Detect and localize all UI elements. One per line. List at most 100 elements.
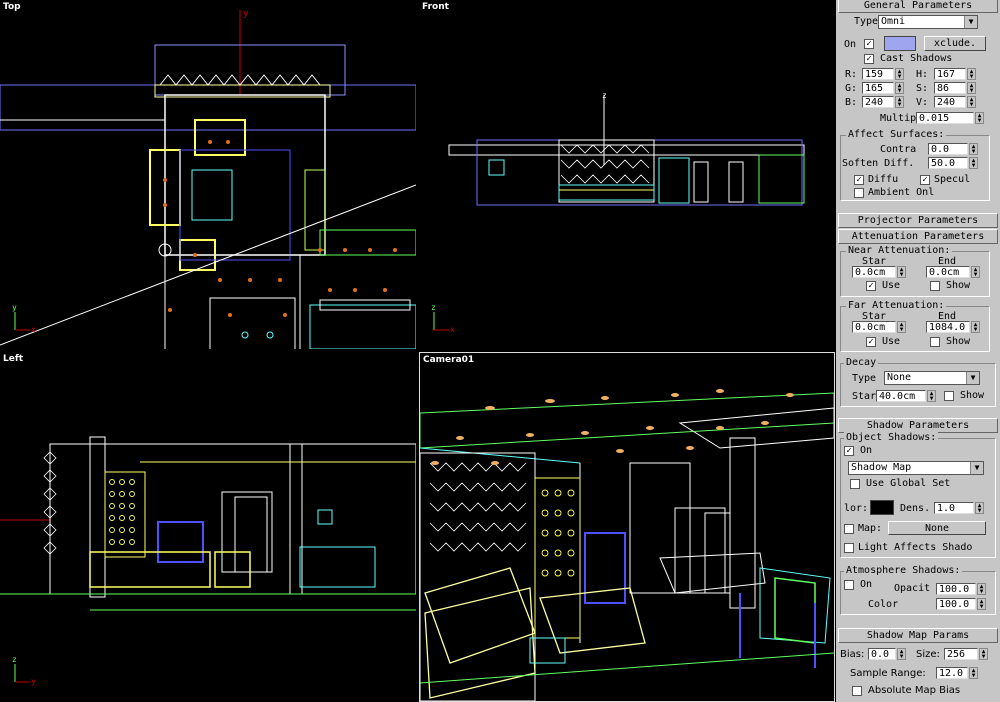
decay-title: Decay [844, 357, 879, 369]
decay-type-dropdown[interactable]: None ▼ [884, 371, 980, 385]
s-label: S: [916, 83, 929, 94]
shadow-map-button[interactable]: None [888, 521, 986, 535]
opacity-spinner[interactable]: ▲ ▼ [977, 583, 986, 595]
shadow-parameters-title: Shadow Parameters [866, 420, 970, 431]
light-color-swatch[interactable] [884, 36, 916, 51]
decay-start-field[interactable]: 40.0cm [876, 390, 926, 402]
size-label: Size: [916, 649, 940, 660]
far-show-checkbox[interactable] [930, 337, 940, 347]
shadow-parameters-rollout[interactable]: Shadow Parameters [838, 418, 998, 433]
use-global-settings-label: Use Global Set [866, 478, 951, 489]
atmosphere-on-checkbox[interactable] [844, 580, 854, 590]
shadow-map-value: None [924, 523, 950, 534]
far-end-spinner[interactable]: ▲ ▼ [971, 321, 980, 333]
diffuse-checkbox[interactable]: ✓ [854, 175, 864, 185]
size-spinner[interactable]: ▲ ▼ [979, 648, 988, 660]
shadow-type-dropdown[interactable]: Shadow Map ▼ [848, 461, 984, 475]
absolute-map-bias-checkbox[interactable] [852, 686, 862, 696]
viewport-label-left[interactable]: Left [3, 354, 23, 364]
ambient-only-checkbox[interactable] [854, 188, 864, 198]
near-start-spinner[interactable]: ▲ ▼ [897, 266, 906, 278]
projector-parameters-rollout[interactable]: Projector Parameters [838, 213, 998, 228]
atmosphere-color-field[interactable]: 100.0 [936, 598, 976, 610]
attenuation-parameters-rollout[interactable]: Attenuation Parameters [838, 229, 998, 244]
shadow-map-checkbox[interactable] [844, 524, 854, 534]
multiplier-spinner[interactable]: ▲ ▼ [975, 112, 984, 124]
size-field[interactable]: 256 [944, 648, 978, 660]
bias-field[interactable]: 0.0 [868, 648, 896, 660]
shadow-map-params-title: Shadow Map Params [866, 630, 970, 641]
sample-range-spinner[interactable]: ▲ ▼ [969, 667, 978, 679]
green-field[interactable]: 165 [862, 82, 894, 94]
cast-shadows-checkbox[interactable]: ✓ [864, 54, 874, 64]
contrast-spinner[interactable]: ▲ ▼ [969, 143, 978, 155]
viewport-left[interactable]: Left z y [0, 352, 416, 702]
light-type-value: Omni [881, 16, 906, 27]
near-end-spinner[interactable]: ▲ ▼ [971, 266, 980, 278]
absolute-map-bias-label: Absolute Map Bias [868, 685, 961, 696]
blue-field[interactable]: 240 [862, 96, 894, 108]
front-axis-x-label: x [450, 325, 455, 334]
general-parameters-rollout[interactable]: General Parameters [838, 0, 998, 13]
far-start-spinner[interactable]: ▲ ▼ [897, 321, 906, 333]
value-field[interactable]: 240 [934, 96, 966, 108]
sample-range-field[interactable]: 12.0 [936, 667, 968, 679]
red-field[interactable]: 159 [862, 68, 894, 80]
decay-show-checkbox[interactable] [944, 391, 954, 401]
light-type-dropdown[interactable]: Omni ▼ [878, 15, 978, 29]
viewport-label-top[interactable]: Top [3, 2, 21, 12]
opacity-field[interactable]: 100.0 [936, 583, 976, 595]
saturation-spinner[interactable]: ▲ ▼ [967, 82, 976, 94]
command-panel: General Parameters Type Omni ▼ On ✓ xclud… [836, 0, 1000, 702]
atmosphere-on-label: On [860, 579, 873, 590]
camera-view-wireframe [420, 389, 834, 701]
r-label: R: [845, 69, 858, 80]
shadow-color-swatch[interactable] [870, 500, 894, 515]
shadows-on-label: On [860, 445, 873, 456]
blue-spinner[interactable]: ▲ ▼ [895, 96, 904, 108]
contrast-field[interactable]: 0.0 [928, 143, 968, 155]
viewport-label-camera[interactable]: Camera01 [423, 355, 474, 365]
bias-spinner[interactable]: ▲ ▼ [897, 648, 906, 660]
near-start-field[interactable]: 0.0cm [852, 266, 896, 278]
near-show-checkbox[interactable] [930, 281, 940, 291]
specular-checkbox[interactable]: ✓ [920, 175, 930, 185]
far-use-checkbox[interactable]: ✓ [866, 337, 876, 347]
left-view-wireframe: z y [0, 436, 416, 686]
atmosphere-color-spinner[interactable]: ▲ ▼ [977, 598, 986, 610]
top-view-wireframe: y y x [0, 9, 416, 349]
contrast-label: Contra [880, 144, 917, 155]
far-show-label: Show [946, 336, 971, 347]
viewport-camera[interactable]: Camera01 [419, 352, 835, 702]
hue-spinner[interactable]: ▲ ▼ [967, 68, 976, 80]
shadow-color-label: lor: [844, 503, 869, 514]
far-end-field[interactable]: 1084.0 [926, 321, 970, 333]
viewport-top[interactable]: Top y y x [0, 0, 416, 349]
saturation-field[interactable]: 86 [934, 82, 966, 94]
viewport-label-front[interactable]: Front [422, 2, 449, 12]
viewport-front[interactable]: Front z z x [419, 0, 835, 349]
value-spinner[interactable]: ▲ ▼ [967, 96, 976, 108]
use-global-settings-checkbox[interactable] [850, 479, 860, 489]
exclude-button[interactable]: xclude. [924, 36, 986, 51]
decay-start-spinner[interactable]: ▲ ▼ [927, 390, 936, 402]
near-end-field[interactable]: 0.0cm [926, 266, 970, 278]
soften-diffuse-field[interactable]: 50.0 [928, 157, 968, 169]
density-spinner[interactable]: ▲ ▼ [975, 502, 984, 514]
multiplier-field[interactable]: 0.015 [916, 112, 974, 124]
bias-label: Bias: [840, 649, 865, 660]
hue-field[interactable]: 167 [934, 68, 966, 80]
decay-show-label: Show [960, 390, 985, 401]
red-spinner[interactable]: ▲ ▼ [895, 68, 904, 80]
light-on-checkbox[interactable]: ✓ [864, 39, 874, 49]
on-label: On [844, 39, 857, 50]
shadow-map-params-rollout[interactable]: Shadow Map Params [838, 628, 998, 643]
far-start-field[interactable]: 0.0cm [852, 321, 896, 333]
shadows-on-checkbox[interactable]: ✓ [844, 446, 854, 456]
near-use-checkbox[interactable]: ✓ [866, 281, 876, 291]
density-field[interactable]: 1.0 [934, 502, 974, 514]
light-affects-shadow-checkbox[interactable] [844, 543, 854, 553]
specular-label: Specul [934, 174, 971, 185]
green-spinner[interactable]: ▲ ▼ [895, 82, 904, 94]
soften-diffuse-spinner[interactable]: ▲ ▼ [969, 157, 978, 169]
